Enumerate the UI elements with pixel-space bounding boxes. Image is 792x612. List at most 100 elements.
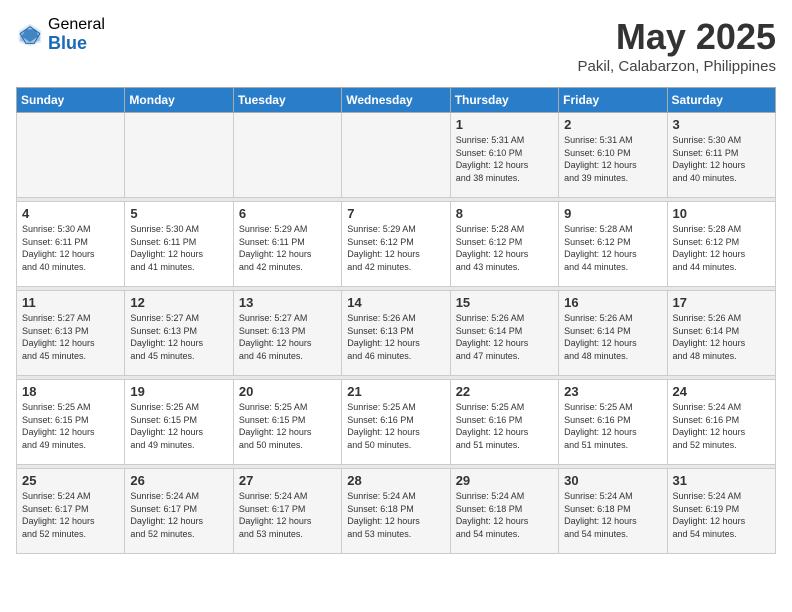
day-info: Sunrise: 5:24 AM Sunset: 6:19 PM Dayligh… bbox=[673, 490, 770, 540]
col-saturday: Saturday bbox=[667, 88, 775, 113]
day-info: Sunrise: 5:25 AM Sunset: 6:15 PM Dayligh… bbox=[130, 401, 227, 451]
day-number: 5 bbox=[130, 206, 227, 221]
day-number: 24 bbox=[673, 384, 770, 399]
day-number: 15 bbox=[456, 295, 553, 310]
day-info: Sunrise: 5:24 AM Sunset: 6:17 PM Dayligh… bbox=[239, 490, 336, 540]
day-info: Sunrise: 5:30 AM Sunset: 6:11 PM Dayligh… bbox=[130, 223, 227, 273]
day-number: 9 bbox=[564, 206, 661, 221]
day-info: Sunrise: 5:25 AM Sunset: 6:15 PM Dayligh… bbox=[22, 401, 119, 451]
day-number: 8 bbox=[456, 206, 553, 221]
table-row: 25 Sunrise: 5:24 AM Sunset: 6:17 PM Dayli… bbox=[17, 469, 125, 554]
day-number: 23 bbox=[564, 384, 661, 399]
table-row: 14 Sunrise: 5:26 AM Sunset: 6:13 PM Dayli… bbox=[342, 291, 450, 376]
day-number: 19 bbox=[130, 384, 227, 399]
table-row: 12 Sunrise: 5:27 AM Sunset: 6:13 PM Dayli… bbox=[125, 291, 233, 376]
col-tuesday: Tuesday bbox=[233, 88, 341, 113]
day-info: Sunrise: 5:31 AM Sunset: 6:10 PM Dayligh… bbox=[456, 134, 553, 184]
logo-blue: Blue bbox=[48, 34, 105, 54]
table-row: 15 Sunrise: 5:26 AM Sunset: 6:14 PM Dayli… bbox=[450, 291, 558, 376]
table-row: 13Sunrise: 5:27 AM Sunset: 6:13 PM Dayli… bbox=[233, 291, 341, 376]
table-row: 4Sunrise: 5:30 AM Sunset: 6:11 PM Daylig… bbox=[17, 202, 125, 287]
table-row: 6Sunrise: 5:29 AM Sunset: 6:11 PM Daylig… bbox=[233, 202, 341, 287]
day-number: 22 bbox=[456, 384, 553, 399]
day-number: 20 bbox=[239, 384, 336, 399]
day-number: 31 bbox=[673, 473, 770, 488]
title-area: May 2025 Pakil, Calabarzon, Philippines bbox=[578, 16, 776, 75]
table-row: 17Sunrise: 5:26 AM Sunset: 6:14 PM Dayli… bbox=[667, 291, 775, 376]
table-row: 28 Sunrise: 5:24 AM Sunset: 6:18 PM Dayli… bbox=[342, 469, 450, 554]
table-row: 8 Sunrise: 5:28 AM Sunset: 6:12 PM Daylig… bbox=[450, 202, 558, 287]
day-number: 18 bbox=[22, 384, 119, 399]
day-number: 26 bbox=[130, 473, 227, 488]
col-friday: Friday bbox=[559, 88, 667, 113]
day-info: Sunrise: 5:25 AM Sunset: 6:15 PM Dayligh… bbox=[239, 401, 336, 451]
table-row: 26Sunrise: 5:24 AM Sunset: 6:17 PM Dayli… bbox=[125, 469, 233, 554]
day-info: Sunrise: 5:30 AM Sunset: 6:11 PM Dayligh… bbox=[673, 134, 770, 184]
day-info: Sunrise: 5:24 AM Sunset: 6:18 PM Dayligh… bbox=[456, 490, 553, 540]
location-title: Pakil, Calabarzon, Philippines bbox=[578, 58, 776, 75]
day-info: Sunrise: 5:28 AM Sunset: 6:12 PM Dayligh… bbox=[673, 223, 770, 273]
day-info: Sunrise: 5:27 AM Sunset: 6:13 PM Dayligh… bbox=[22, 312, 119, 362]
day-number: 17 bbox=[673, 295, 770, 310]
table-row: 3 Sunrise: 5:30 AM Sunset: 6:11 PM Daylig… bbox=[667, 113, 775, 198]
day-number: 30 bbox=[564, 473, 661, 488]
table-row: 1 Sunrise: 5:31 AM Sunset: 6:10 PM Daylig… bbox=[450, 113, 558, 198]
table-row bbox=[342, 113, 450, 198]
day-number: 12 bbox=[130, 295, 227, 310]
calendar-week-row: 4Sunrise: 5:30 AM Sunset: 6:11 PM Daylig… bbox=[17, 202, 776, 287]
header-row: Sunday Monday Tuesday Wednesday Thursday… bbox=[17, 88, 776, 113]
day-number: 10 bbox=[673, 206, 770, 221]
day-number: 25 bbox=[22, 473, 119, 488]
col-wednesday: Wednesday bbox=[342, 88, 450, 113]
table-row: 19 Sunrise: 5:25 AM Sunset: 6:15 PM Dayli… bbox=[125, 380, 233, 465]
day-info: Sunrise: 5:25 AM Sunset: 6:16 PM Dayligh… bbox=[347, 401, 444, 451]
table-row: 21Sunrise: 5:25 AM Sunset: 6:16 PM Dayli… bbox=[342, 380, 450, 465]
day-info: Sunrise: 5:26 AM Sunset: 6:14 PM Dayligh… bbox=[564, 312, 661, 362]
col-thursday: Thursday bbox=[450, 88, 558, 113]
table-row: 10 Sunrise: 5:28 AM Sunset: 6:12 PM Dayli… bbox=[667, 202, 775, 287]
day-info: Sunrise: 5:26 AM Sunset: 6:14 PM Dayligh… bbox=[456, 312, 553, 362]
day-number: 14 bbox=[347, 295, 444, 310]
calendar-week-row: 1 Sunrise: 5:31 AM Sunset: 6:10 PM Daylig… bbox=[17, 113, 776, 198]
table-row: 2Sunrise: 5:31 AM Sunset: 6:10 PM Daylig… bbox=[559, 113, 667, 198]
calendar-week-row: 11 Sunrise: 5:27 AM Sunset: 6:13 PM Dayli… bbox=[17, 291, 776, 376]
day-info: Sunrise: 5:28 AM Sunset: 6:12 PM Dayligh… bbox=[456, 223, 553, 273]
table-row: 24 Sunrise: 5:24 AM Sunset: 6:16 PM Dayli… bbox=[667, 380, 775, 465]
day-info: Sunrise: 5:26 AM Sunset: 6:13 PM Dayligh… bbox=[347, 312, 444, 362]
calendar-week-row: 18 Sunrise: 5:25 AM Sunset: 6:15 PM Dayli… bbox=[17, 380, 776, 465]
table-row: 23 Sunrise: 5:25 AM Sunset: 6:16 PM Dayli… bbox=[559, 380, 667, 465]
day-number: 28 bbox=[347, 473, 444, 488]
table-row: 7Sunrise: 5:29 AM Sunset: 6:12 PM Daylig… bbox=[342, 202, 450, 287]
table-row: 30 Sunrise: 5:24 AM Sunset: 6:18 PM Dayli… bbox=[559, 469, 667, 554]
day-info: Sunrise: 5:25 AM Sunset: 6:16 PM Dayligh… bbox=[456, 401, 553, 451]
logo-general: General bbox=[48, 16, 105, 34]
table-row: 31 Sunrise: 5:24 AM Sunset: 6:19 PM Dayli… bbox=[667, 469, 775, 554]
day-info: Sunrise: 5:24 AM Sunset: 6:18 PM Dayligh… bbox=[347, 490, 444, 540]
day-number: 2 bbox=[564, 117, 661, 132]
table-row: 16 Sunrise: 5:26 AM Sunset: 6:14 PM Dayli… bbox=[559, 291, 667, 376]
day-number: 3 bbox=[673, 117, 770, 132]
month-title: May 2025 bbox=[578, 16, 776, 58]
table-row bbox=[233, 113, 341, 198]
logo-text: General Blue bbox=[48, 16, 105, 53]
day-number: 11 bbox=[22, 295, 119, 310]
table-row: 29 Sunrise: 5:24 AM Sunset: 6:18 PM Dayli… bbox=[450, 469, 558, 554]
day-info: Sunrise: 5:24 AM Sunset: 6:17 PM Dayligh… bbox=[22, 490, 119, 540]
day-number: 16 bbox=[564, 295, 661, 310]
day-info: Sunrise: 5:25 AM Sunset: 6:16 PM Dayligh… bbox=[564, 401, 661, 451]
day-info: Sunrise: 5:30 AM Sunset: 6:11 PM Dayligh… bbox=[22, 223, 119, 273]
day-info: Sunrise: 5:27 AM Sunset: 6:13 PM Dayligh… bbox=[130, 312, 227, 362]
day-info: Sunrise: 5:29 AM Sunset: 6:11 PM Dayligh… bbox=[239, 223, 336, 273]
day-number: 29 bbox=[456, 473, 553, 488]
day-info: Sunrise: 5:24 AM Sunset: 6:18 PM Dayligh… bbox=[564, 490, 661, 540]
table-row: 11 Sunrise: 5:27 AM Sunset: 6:13 PM Dayli… bbox=[17, 291, 125, 376]
calendar-table: Sunday Monday Tuesday Wednesday Thursday… bbox=[16, 87, 776, 554]
day-info: Sunrise: 5:28 AM Sunset: 6:12 PM Dayligh… bbox=[564, 223, 661, 273]
day-info: Sunrise: 5:24 AM Sunset: 6:16 PM Dayligh… bbox=[673, 401, 770, 451]
day-number: 1 bbox=[456, 117, 553, 132]
day-number: 27 bbox=[239, 473, 336, 488]
table-row: 5 Sunrise: 5:30 AM Sunset: 6:11 PM Daylig… bbox=[125, 202, 233, 287]
day-info: Sunrise: 5:29 AM Sunset: 6:12 PM Dayligh… bbox=[347, 223, 444, 273]
calendar-week-row: 25 Sunrise: 5:24 AM Sunset: 6:17 PM Dayli… bbox=[17, 469, 776, 554]
day-info: Sunrise: 5:27 AM Sunset: 6:13 PM Dayligh… bbox=[239, 312, 336, 362]
